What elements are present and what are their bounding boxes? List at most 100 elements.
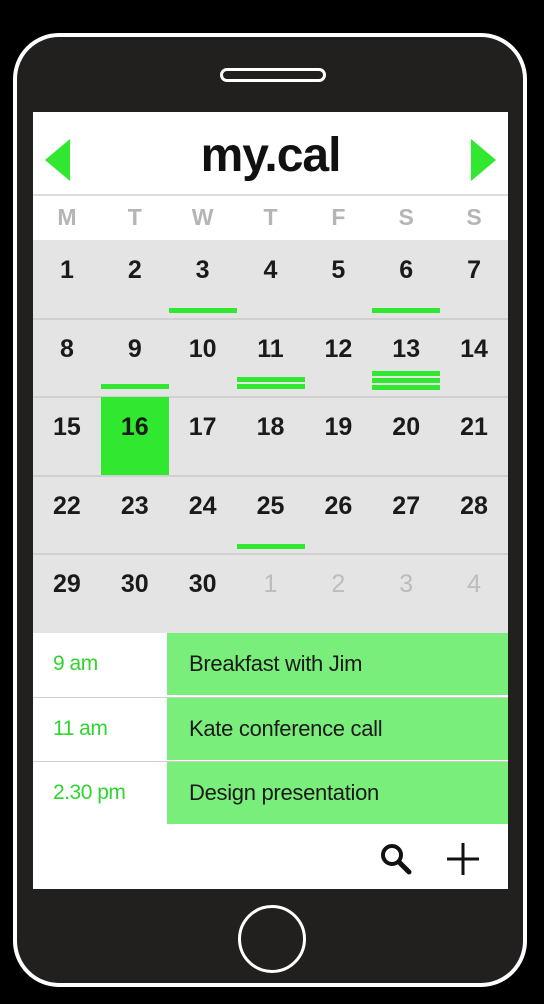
day-number: 4 <box>263 256 278 284</box>
day-cell[interactable]: 2 <box>101 240 169 319</box>
weekday-label: W <box>191 204 214 230</box>
day-cell[interactable]: 4 <box>237 240 305 319</box>
chevron-right-icon[interactable] <box>471 139 496 181</box>
day-number: 9 <box>127 334 142 363</box>
day-number: 29 <box>53 570 81 599</box>
event-indicator-bar <box>236 383 305 389</box>
day-cell[interactable]: 27 <box>372 476 440 555</box>
event-indicator-bar <box>372 308 441 313</box>
day-cell[interactable]: 11 <box>236 319 305 398</box>
day-number: 17 <box>188 413 217 442</box>
event-time: 2.30 pm <box>33 762 166 824</box>
day-number: 18 <box>256 413 285 442</box>
day-number: 24 <box>188 491 217 520</box>
day-cell[interactable]: 6 <box>372 240 441 319</box>
day-number: 22 <box>53 491 81 520</box>
day-cell-selected[interactable]: 16 <box>100 384 169 476</box>
day-cell[interactable]: 18 <box>237 397 305 476</box>
day-cell[interactable]: 17 <box>169 397 237 476</box>
event-title: Breakfast with Jim <box>167 633 508 695</box>
day-number: 6 <box>399 256 414 284</box>
day-number: 15 <box>53 413 81 442</box>
app-screen: my.cal M T W T F S S 1 2 3 4 5 6 7 8 9 10 11 12 13 14… <box>33 112 508 889</box>
day-number: 13 <box>392 334 421 363</box>
event-indicator-bar <box>236 543 305 549</box>
day-cell[interactable]: 28 <box>440 476 508 555</box>
weekday-label: M <box>57 204 77 230</box>
plus-icon[interactable] <box>445 841 481 877</box>
event-title: Design presentation <box>167 762 508 824</box>
search-icon[interactable] <box>378 841 414 877</box>
day-cell[interactable]: 25 <box>236 476 305 555</box>
day-cell[interactable]: 22 <box>33 476 101 555</box>
day-number: 2 <box>331 570 346 599</box>
day-cell[interactable]: 21 <box>440 397 508 476</box>
day-number: 26 <box>324 491 353 520</box>
event-time: 11 am <box>33 698 166 760</box>
day-cell[interactable]: 3 <box>372 554 440 633</box>
event-indicator-bar <box>372 370 441 376</box>
day-cell[interactable]: 5 <box>304 240 372 319</box>
event-time: 9 am <box>33 633 166 695</box>
day-number: 25 <box>256 491 285 520</box>
day-number: 7 <box>467 256 482 284</box>
event-row[interactable]: 9 am Breakfast with Jim <box>33 633 508 695</box>
day-cell[interactable]: 30 <box>169 554 237 633</box>
day-cell[interactable]: 12 <box>304 319 372 398</box>
speaker-grille <box>220 68 326 82</box>
bottom-toolbar <box>33 825 508 889</box>
day-number: 30 <box>120 570 149 599</box>
day-number: 30 <box>188 570 217 599</box>
day-cell[interactable]: 23 <box>101 476 169 555</box>
day-cell[interactable]: 2 <box>304 554 372 633</box>
day-number: 1 <box>59 256 74 284</box>
day-number: 27 <box>392 491 421 520</box>
day-cell[interactable]: 26 <box>304 476 372 555</box>
weekday-label: S <box>466 204 482 230</box>
home-button[interactable] <box>238 905 306 973</box>
event-indicator-bar <box>372 384 441 390</box>
app-title: my.cal <box>200 129 342 182</box>
day-number: 2 <box>127 256 142 284</box>
day-number: 5 <box>331 256 346 284</box>
day-number: 4 <box>467 570 482 599</box>
event-row[interactable]: 2.30 pm Design presentation <box>33 762 508 824</box>
day-cell[interactable]: 29 <box>33 554 101 633</box>
day-cell[interactable]: 8 <box>33 319 101 398</box>
day-cell[interactable]: 1 <box>33 240 101 319</box>
event-indicator-bar <box>372 377 441 383</box>
day-cell[interactable]: 13 <box>372 319 441 398</box>
day-number: 3 <box>399 570 414 599</box>
day-cell[interactable]: 19 <box>304 397 372 476</box>
day-number: 19 <box>324 413 353 442</box>
day-number: 10 <box>188 334 217 363</box>
day-cell[interactable]: 10 <box>169 319 237 398</box>
weekday-label: T <box>263 204 278 230</box>
day-number: 23 <box>120 491 149 520</box>
day-number: 1 <box>263 570 278 599</box>
event-title: Kate conference call <box>167 698 508 760</box>
day-cell[interactable]: 3 <box>168 240 237 319</box>
day-cell[interactable]: 7 <box>440 240 508 319</box>
day-cell[interactable]: 14 <box>440 319 508 398</box>
weekday-header: M T W T F S S <box>33 194 508 240</box>
day-number: 11 <box>257 334 284 363</box>
event-row[interactable]: 11 am Kate conference call <box>33 698 508 760</box>
day-cell[interactable]: 4 <box>440 554 508 633</box>
day-number: 28 <box>460 491 488 520</box>
event-indicator-bar <box>168 308 237 313</box>
day-number: 16 <box>120 413 149 442</box>
day-cell[interactable]: 30 <box>101 554 169 633</box>
day-number: 3 <box>195 256 210 284</box>
day-number: 14 <box>460 334 488 363</box>
day-number: 12 <box>324 334 353 363</box>
day-cell[interactable]: 1 <box>237 554 305 633</box>
day-cell[interactable]: 15 <box>33 397 101 476</box>
weekday-label: F <box>331 204 346 230</box>
day-cell[interactable]: 24 <box>169 476 237 555</box>
weekday-label: S <box>398 204 414 230</box>
header: my.cal <box>33 112 508 194</box>
day-cell[interactable]: 20 <box>372 397 440 476</box>
event-indicator-bar <box>236 376 305 382</box>
day-number: 8 <box>59 334 74 363</box>
